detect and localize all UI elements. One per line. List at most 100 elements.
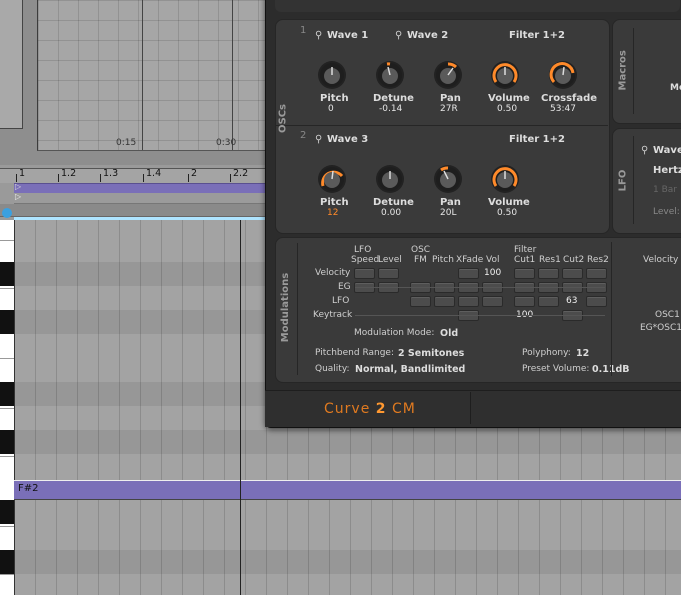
ruler-mark: 2 — [191, 168, 198, 179]
mod-amount-button[interactable] — [514, 296, 535, 307]
modulation-mode-label: Modulation Mode: — [354, 328, 435, 338]
black-key[interactable] — [0, 500, 14, 524]
mod-col-speed: Speed — [351, 255, 380, 265]
pan-knob[interactable] — [434, 165, 462, 193]
black-key[interactable] — [0, 550, 14, 574]
detune-label: Detune — [373, 93, 414, 104]
search-icon[interactable]: ⚲ — [315, 134, 322, 145]
mod-amount-button[interactable] — [458, 296, 479, 307]
macros-divider — [633, 28, 634, 114]
overview-timeline-grid[interactable] — [37, 0, 278, 151]
ruler-mark: 2.2 — [233, 168, 249, 179]
pitch-value: 0 — [328, 104, 334, 114]
mod-col-xfade: XFade — [456, 255, 484, 265]
mod-source-velocity: Velocity — [643, 255, 679, 265]
detune-knob[interactable] — [376, 165, 404, 193]
pan-knob[interactable] — [434, 61, 462, 89]
volume-knob[interactable] — [491, 165, 519, 193]
volume-value: 0.50 — [497, 104, 518, 114]
mod-amount-button[interactable] — [354, 268, 375, 279]
ruler-tick — [230, 174, 231, 182]
detune-value: 0.00 — [381, 208, 402, 218]
mod-col-cut2: Cut2 — [563, 255, 585, 265]
key-divider — [0, 574, 14, 575]
lfo-bar-text: 1 Bar — [653, 185, 677, 195]
mod-amount-button[interactable] — [562, 268, 583, 279]
mod-amount-button[interactable] — [458, 268, 479, 279]
overview-clip[interactable] — [0, 0, 23, 129]
osc1-number: 1 — [300, 25, 307, 36]
mod-source-eg-osc1: EG*OSC1 — [640, 323, 681, 333]
volume-label: Volume — [488, 93, 530, 104]
mod-amount-button[interactable] — [538, 268, 559, 279]
pan-label: Pan — [440, 197, 461, 208]
mod-amount-button[interactable] — [514, 268, 535, 279]
pitch-knob[interactable] — [318, 61, 346, 89]
black-key[interactable] — [0, 430, 14, 454]
crossfade-knob[interactable] — [549, 61, 577, 89]
mod-row-velocity: Velocity — [315, 268, 351, 278]
mod-amount-button[interactable] — [434, 296, 455, 307]
wave2-selector[interactable]: Wave 2 — [407, 30, 448, 41]
lfo-section-label: LFO — [617, 169, 629, 192]
mod-amount-button[interactable] — [482, 296, 503, 307]
playhead-line[interactable] — [240, 220, 241, 595]
macro-name[interactable]: Me — [670, 83, 681, 93]
search-icon[interactable]: ⚲ — [395, 30, 402, 41]
pitch-value: 12 — [327, 208, 339, 218]
loop-region-bar[interactable] — [14, 193, 274, 204]
ruler-mark: 1.4 — [146, 168, 162, 179]
mod-col-cut1: Cut1 — [514, 255, 536, 265]
quality-value[interactable]: Normal, Bandlimited — [355, 364, 465, 375]
pitch-label: Pitch — [320, 197, 349, 208]
overview-marker-line — [142, 0, 143, 150]
mod-amount-button[interactable] — [586, 268, 607, 279]
pitchbend-range-value[interactable]: 2 Semitones — [398, 348, 464, 359]
pitch-knob[interactable] — [318, 165, 346, 193]
mod-amount-button[interactable] — [538, 296, 559, 307]
lfo-level-label: Level: — [653, 207, 680, 217]
mod-col-fm: FM — [414, 255, 427, 265]
wave1-selector[interactable]: Wave 1 — [327, 30, 368, 41]
plugin-brand-logo: Curve 2 CM — [324, 401, 416, 417]
polyphony-value[interactable]: 12 — [576, 348, 589, 359]
ruler-tick — [58, 174, 59, 182]
mod-amount-button[interactable] — [586, 296, 607, 307]
black-key[interactable] — [0, 262, 14, 286]
detune-value: -0.14 — [379, 104, 403, 114]
modulation-mode-value[interactable]: Old — [440, 328, 458, 339]
volume-value: 0.50 — [497, 208, 518, 218]
mod-group-filter: Filter — [514, 245, 537, 255]
lfo-rate-mode[interactable]: Hertz — [653, 165, 681, 176]
fold-toggle-icon[interactable] — [2, 208, 12, 218]
search-icon[interactable]: ⚲ — [641, 145, 648, 156]
polyphony-label: Polyphony: — [522, 348, 571, 358]
osc-divider — [276, 125, 608, 126]
mod-amount-button[interactable] — [378, 268, 399, 279]
mod-velocity-vol-value[interactable]: 100 — [484, 268, 501, 278]
mod-lfo-cut2-value[interactable]: 63 — [566, 296, 577, 306]
midi-note[interactable] — [14, 480, 681, 500]
time-label-15: 0:15 — [116, 138, 137, 148]
osc1-filter-routing[interactable]: Filter 1+2 — [509, 30, 565, 41]
ruler-tick — [143, 174, 144, 182]
time-label-30: 0:30 — [216, 138, 237, 148]
key-divider — [0, 456, 14, 457]
black-key[interactable] — [0, 310, 14, 334]
mod-amount-button[interactable] — [410, 296, 431, 307]
roll-black-key-lane — [14, 550, 681, 574]
lfo-wave-selector[interactable]: Wave — [653, 145, 681, 156]
wave3-selector[interactable]: Wave 3 — [327, 134, 368, 145]
volume-knob[interactable] — [491, 61, 519, 89]
lfo-divider — [633, 136, 634, 224]
osc2-filter-routing[interactable]: Filter 1+2 — [509, 134, 565, 145]
loop-start-flag-icon: ▷ — [15, 192, 22, 201]
mod-row-keytrack: Keytrack — [313, 310, 353, 320]
black-key[interactable] — [0, 382, 14, 406]
detune-label: Detune — [373, 197, 414, 208]
ruler-mark: 1 — [19, 168, 26, 179]
overview-marker-line — [232, 0, 233, 150]
search-icon[interactable]: ⚲ — [315, 30, 322, 41]
detune-knob[interactable] — [376, 61, 404, 89]
preset-volume-label: Preset Volume: — [522, 364, 590, 374]
